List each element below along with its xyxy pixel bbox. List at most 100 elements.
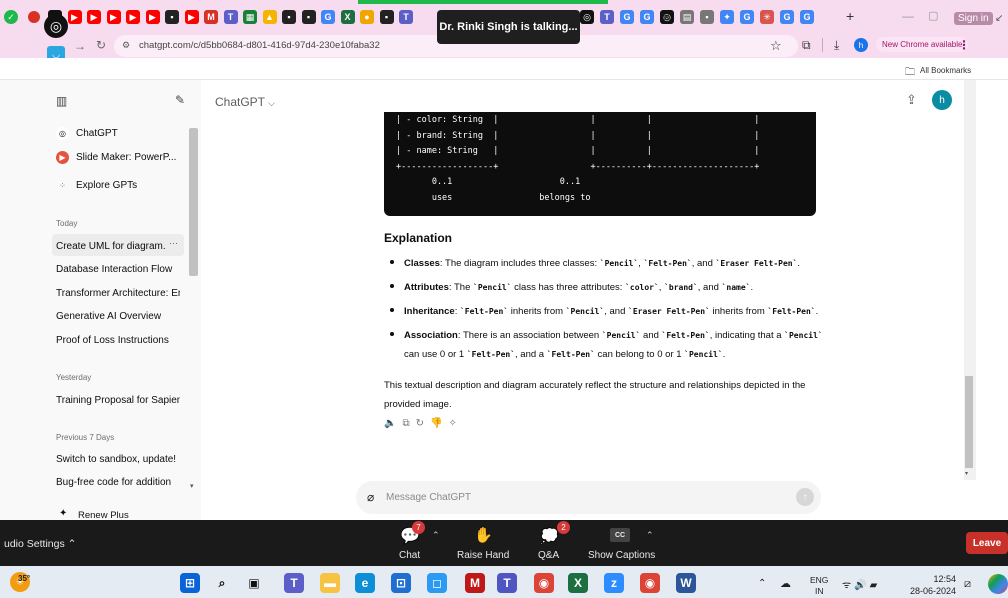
meet-tab-icon[interactable]: ▪ (379, 10, 394, 24)
scroll-down-icon[interactable]: ▾ (965, 470, 968, 477)
app-icon[interactable]: ◻ (427, 573, 447, 593)
notify-tab-icon[interactable]: ● (360, 10, 374, 24)
meet-tab-icon[interactable]: ▪ (301, 10, 316, 24)
chrome-profile-icon[interactable]: ◉ (640, 573, 660, 593)
teams-new-icon[interactable]: T (497, 573, 517, 593)
sidebar-pinned-item[interactable]: Slide Maker: PowerP... (76, 152, 176, 163)
regenerate-icon[interactable]: ↻ (416, 418, 430, 429)
chatgpt-logo-icon[interactable]: ◎ (44, 14, 68, 38)
tray-status[interactable]: ᯤ🔊▰ (842, 577, 880, 591)
chrome-icon[interactable]: ◉ (534, 573, 554, 593)
audio-settings-button[interactable]: udio Settings ⌃ (4, 538, 76, 550)
google-tab-icon[interactable]: G (620, 10, 634, 24)
temperature-label[interactable]: 35° (18, 574, 30, 583)
show-captions-label[interactable]: Show Captions (588, 550, 655, 561)
drive-tab-icon[interactable]: ▲ (262, 10, 277, 24)
captions-caret-icon[interactable]: ⌃ (646, 530, 654, 541)
excel-tab-icon[interactable]: X (340, 10, 355, 24)
youtube-tab-icon[interactable]: ▶ (184, 10, 199, 24)
teams-icon[interactable]: T (284, 573, 304, 593)
cloud-icon[interactable]: ☁ (780, 577, 791, 590)
user-avatar[interactable]: h (932, 90, 952, 110)
message-input[interactable]: Message ChatGPT (386, 492, 471, 503)
teams-tab-icon[interactable]: T (600, 10, 614, 24)
language-indicator[interactable]: ENG IN (810, 575, 828, 597)
model-sparkle-icon[interactable]: ✧ (448, 418, 462, 429)
sidebar-chat-item[interactable]: Bug-free code for addition (56, 477, 180, 488)
extensions-icon[interactable]: ⧉ (802, 38, 811, 53)
forward-icon[interactable]: → (74, 39, 86, 53)
zoom-icon[interactable]: z (604, 573, 624, 593)
maximize-icon[interactable]: ▢ (928, 9, 938, 22)
sign-in-button[interactable]: Sign in (954, 12, 993, 25)
copy-icon[interactable]: ⧉ (402, 418, 415, 429)
youtube-tab-icon[interactable]: ▶ (106, 10, 121, 24)
qa-icon[interactable]: 💭 (540, 527, 559, 545)
sidebar-scroll-down-icon[interactable]: ▾ (190, 482, 194, 490)
start-icon[interactable]: ⊞ (180, 573, 200, 593)
chatgpt-tab-icon[interactable]: ◎ (580, 10, 594, 24)
tray-caret-icon[interactable]: ⌃ (758, 578, 766, 589)
wifi-icon[interactable]: ᯤ (842, 580, 854, 591)
mcafee-icon[interactable]: M (465, 573, 485, 593)
sidebar-toggle-icon[interactable]: ▥ (56, 94, 67, 108)
qa-label[interactable]: Q&A (538, 550, 559, 561)
minimize-icon[interactable]: — (902, 9, 914, 23)
model-switcher[interactable]: ChatGPT ⌵ (215, 95, 275, 109)
task-view-icon[interactable]: ▣ (244, 573, 264, 593)
asterisk-tab-icon[interactable]: ✳ (760, 10, 774, 24)
teams-tab-icon[interactable]: T (223, 10, 238, 24)
youtube-tab-icon[interactable]: ▶ (126, 10, 140, 24)
doc-tab-icon[interactable]: ▤ (680, 10, 694, 24)
reload-icon[interactable]: ↻ (96, 38, 106, 52)
profile-avatar[interactable]: h (854, 38, 868, 52)
download-icon[interactable]: ⤓ (834, 38, 839, 53)
youtube-tab-icon[interactable]: ▶ (67, 10, 82, 24)
volume-icon[interactable]: 🔊 (854, 580, 869, 591)
gmail-tab-icon[interactable]: M (204, 10, 218, 24)
share-icon[interactable]: ⇪ (906, 92, 917, 108)
meet-tab-icon[interactable]: ▪ (282, 10, 296, 24)
google-tab-icon[interactable]: G (740, 10, 754, 24)
site-info-icon[interactable]: ⚙ (122, 40, 130, 51)
chat-scrollbar-thumb[interactable] (965, 376, 973, 468)
new-tab-icon[interactable]: + (846, 8, 854, 24)
store-icon[interactable]: ⊡ (391, 573, 411, 593)
copilot-icon[interactable] (988, 574, 1008, 594)
sidebar-chat-item[interactable]: Database Interaction Flow (56, 264, 180, 275)
sidebar-pinned-item[interactable]: ChatGPT (76, 128, 118, 139)
all-bookmarks-link[interactable]: All Bookmarks (920, 66, 971, 75)
chat-options-icon[interactable]: ··· (169, 238, 178, 248)
word-icon[interactable]: W (676, 573, 696, 593)
chat-label[interactable]: Chat (399, 550, 420, 561)
raise-hand-icon[interactable]: ✋ (474, 526, 493, 544)
sidebar-chat-item[interactable]: Create UML for diagram. (56, 241, 180, 252)
meet-tab-icon[interactable]: ▪ (165, 10, 179, 24)
captions-icon[interactable]: CC (610, 528, 630, 542)
search-icon[interactable]: ⌕ (212, 573, 232, 593)
google-tab-icon[interactable]: G (780, 10, 794, 24)
clock[interactable]: 12:54 28-06-2024 (904, 573, 956, 597)
attach-icon[interactable]: ⌀ (367, 490, 374, 504)
bookmark-star-icon[interactable]: ☆ (770, 38, 782, 54)
google-tab-icon[interactable]: G (640, 10, 654, 24)
url-text[interactable]: chatgpt.com/c/d5bb0684-d801-416d-97d4-23… (139, 40, 380, 51)
leave-button[interactable]: Leave (966, 532, 1008, 554)
thumbs-down-icon[interactable]: 👎 (430, 418, 448, 429)
google-tab-icon[interactable]: G (321, 10, 335, 24)
sidebar-chat-item[interactable]: Generative AI Overview (56, 311, 180, 322)
read-aloud-icon[interactable]: 🔈 (384, 418, 402, 429)
close-tab-icon[interactable]: ✕ (662, 11, 671, 24)
sheets-tab-icon[interactable]: ▦ (243, 10, 257, 24)
notifications-icon[interactable]: ⧄ (964, 578, 971, 591)
chat-caret-icon[interactable]: ⌃ (432, 530, 440, 541)
gemini-tab-icon[interactable]: ✦ (720, 10, 734, 24)
kebab-menu-icon[interactable]: ⋮ (958, 38, 970, 52)
doc-tab-icon[interactable]: ▪ (700, 10, 714, 24)
sidebar-chat-item[interactable]: Switch to sandbox, update! (56, 454, 180, 465)
sidebar-chat-item[interactable]: Proof of Loss Instructions (56, 335, 180, 346)
sidebar-chat-item[interactable]: Training Proposal for Sapient (56, 395, 180, 406)
youtube-tab-icon[interactable]: ▶ (145, 10, 160, 24)
teams-tab-icon[interactable]: T (399, 10, 413, 24)
update-chip[interactable]: New Chrome available (876, 37, 969, 52)
